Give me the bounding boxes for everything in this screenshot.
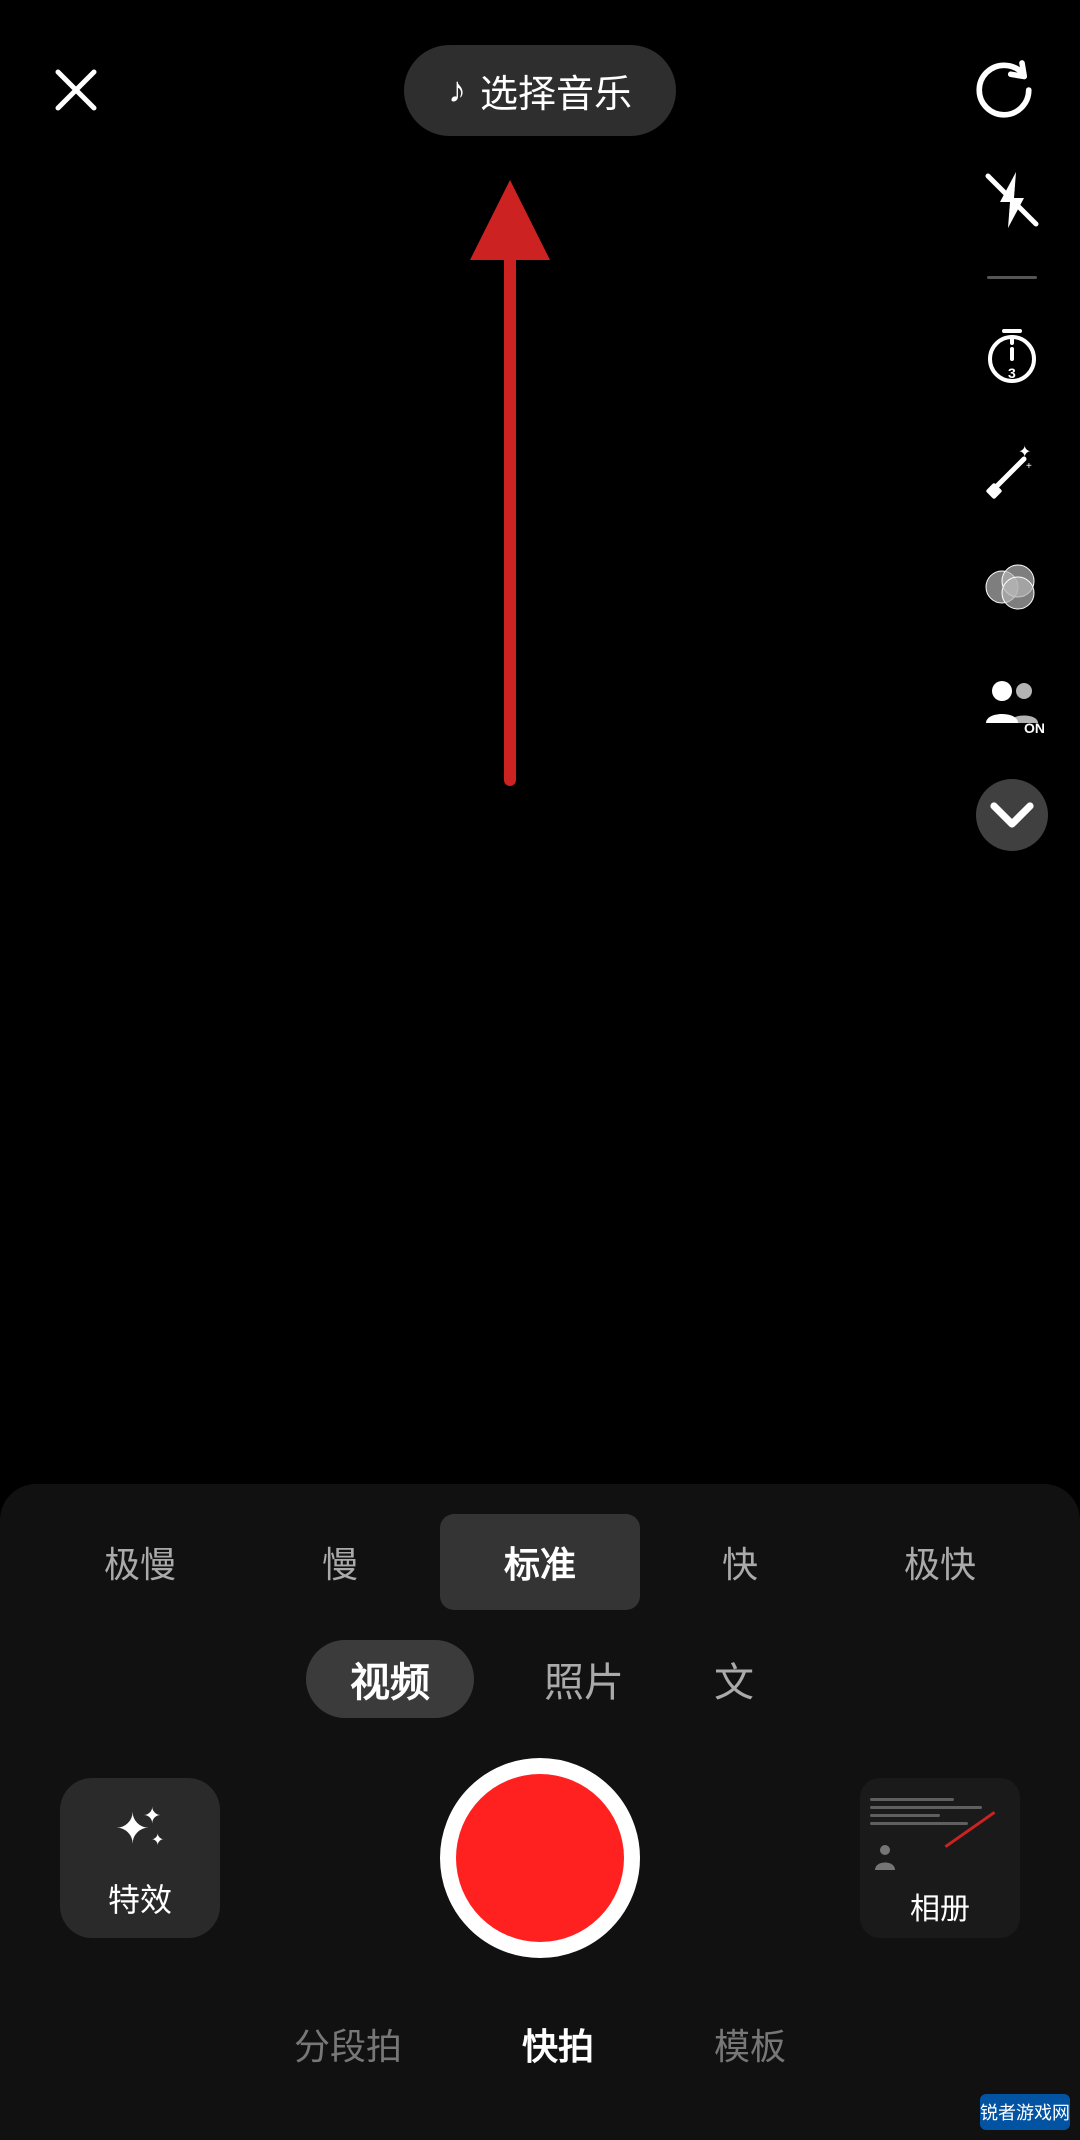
- bottom-area: 极慢 慢 标准 快 极快 视频 照片 文 ✦ ✦ ✦ 特效: [0, 1484, 1080, 2140]
- svg-text:✦: ✦: [151, 1832, 164, 1849]
- watermark: 锐者游戏网: [980, 2094, 1070, 2130]
- music-note-icon: ♪: [448, 69, 466, 111]
- speed-tab-man[interactable]: 慢: [240, 1514, 440, 1610]
- svg-text:✦: ✦: [143, 1803, 161, 1828]
- refresh-button[interactable]: [968, 54, 1040, 126]
- mode-tab-video[interactable]: 视频: [306, 1640, 474, 1718]
- nav-item-template[interactable]: 模板: [694, 2008, 806, 2080]
- watermark-text: 锐者游戏网: [980, 2099, 1070, 2125]
- mode-tabs: 视频 照片 文: [0, 1640, 1080, 1718]
- tutorial-arrow: [0, 140, 1080, 960]
- album-button[interactable]: 相册: [860, 1778, 1020, 1938]
- bottom-nav: 分段拍 快拍 模板: [0, 1988, 1080, 2140]
- speed-tab-kuai[interactable]: 快: [640, 1514, 840, 1610]
- speed-tab-jikuai[interactable]: 极快: [840, 1514, 1040, 1610]
- capture-row: ✦ ✦ ✦ 特效: [0, 1758, 1080, 1958]
- speed-tabs: 极慢 慢 标准 快 极快: [0, 1514, 1080, 1610]
- mode-tab-photo[interactable]: 照片: [524, 1640, 644, 1718]
- nav-item-duanpai[interactable]: 分段拍: [274, 2008, 422, 2080]
- close-button[interactable]: [40, 54, 112, 126]
- mode-tab-text[interactable]: 文: [694, 1640, 774, 1718]
- music-select-button[interactable]: ♪ 选择音乐: [404, 45, 676, 136]
- top-bar: ♪ 选择音乐: [0, 0, 1080, 140]
- nav-item-kuaipai[interactable]: 快拍: [502, 2008, 614, 2080]
- music-select-label: 选择音乐: [480, 63, 632, 118]
- effects-label: 特效: [108, 1875, 172, 1921]
- effects-button[interactable]: ✦ ✦ ✦ 特效: [60, 1778, 220, 1938]
- shutter-button[interactable]: [440, 1758, 640, 1958]
- shutter-inner: [456, 1774, 624, 1942]
- speed-tab-standard[interactable]: 标准: [440, 1514, 640, 1610]
- speed-tab-jiman[interactable]: 极慢: [40, 1514, 240, 1610]
- album-thumbnail: [860, 1778, 1020, 1876]
- album-label: 相册: [910, 1876, 970, 1938]
